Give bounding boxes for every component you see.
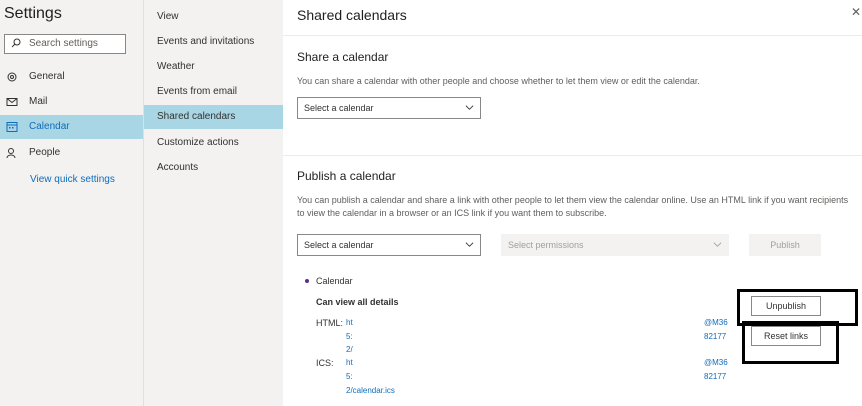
publish-button[interactable]: Publish — [749, 234, 821, 256]
chevron-down-icon — [465, 105, 474, 110]
view-quick-settings-link[interactable]: View quick settings — [30, 174, 115, 185]
subnav-item-label: View — [157, 11, 179, 22]
subnav-item-weather[interactable]: Weather — [144, 55, 284, 79]
search-icon — [11, 38, 21, 48]
search-placeholder: Search settings — [29, 38, 98, 49]
ics-label: ICS: — [316, 358, 334, 368]
subnav-item-view[interactable]: View — [144, 5, 284, 29]
share-description: You can share a calendar with other peop… — [297, 76, 700, 86]
calendar-icon — [6, 122, 18, 132]
chevron-down-icon — [713, 242, 722, 247]
annotation-box — [742, 321, 839, 364]
nav-item-label: General — [29, 71, 65, 82]
subnav-item-shared-calendars[interactable]: Shared calendars — [144, 105, 284, 129]
subnav-item-events-from-email[interactable]: Events from email — [144, 80, 284, 104]
nav-item-label: Calendar — [29, 121, 70, 132]
people-icon — [6, 148, 16, 159]
nav-item-calendar[interactable]: Calendar — [0, 115, 143, 139]
ics-link-line2[interactable]: 5: — [346, 372, 353, 381]
ics-link-right1[interactable]: @M36 — [704, 358, 728, 367]
subnav-item-events-and-invitations[interactable]: Events and invitations — [144, 30, 284, 54]
calendar-settings-nav: View Events and invitations Weather Even… — [143, 0, 284, 406]
gear-icon — [7, 72, 17, 82]
subnav-item-label: Shared calendars — [157, 111, 236, 122]
share-calendar-select[interactable]: Select a calendar — [297, 97, 481, 119]
subnav-item-label: Events and invitations — [157, 36, 255, 47]
ics-link-line3[interactable]: 2/calendar.ics — [346, 386, 395, 395]
subnav-item-label: Accounts — [157, 162, 199, 173]
nav-item-label: People — [29, 147, 61, 158]
html-link-line2[interactable]: 5: — [346, 332, 353, 341]
publish-description: You can publish a calendar and share a l… — [297, 195, 849, 218]
subnav-item-customize-actions[interactable]: Customize actions — [144, 131, 284, 155]
permission-label: Can view all details — [316, 297, 399, 307]
page-title: Shared calendars — [297, 7, 407, 23]
settings-title: Settings — [4, 5, 62, 22]
ics-link-line1[interactable]: ht — [346, 358, 353, 367]
close-icon[interactable]: ✕ — [851, 5, 861, 19]
select-value: Select a calendar — [304, 240, 374, 250]
nav-item-label: Mail — [29, 96, 48, 107]
html-link-right1[interactable]: @M36 — [704, 318, 728, 327]
calendar-bullet — [305, 279, 309, 283]
subnav-item-label: Weather — [157, 61, 195, 72]
html-link-right2[interactable]: 82177 — [704, 332, 726, 341]
subnav-item-accounts[interactable]: Accounts — [144, 156, 284, 180]
chevron-down-icon — [465, 242, 474, 247]
html-link-line1[interactable]: ht — [346, 318, 353, 327]
nav-item-mail[interactable]: Mail — [0, 90, 143, 114]
publish-heading: Publish a calendar — [297, 169, 396, 183]
permissions-select[interactable]: Select permissions — [501, 234, 729, 256]
subnav-item-label: Events from email — [157, 86, 238, 97]
shared-calendars-pane: Shared calendars ✕ Share a calendar You … — [283, 0, 862, 406]
html-label: HTML: — [316, 318, 343, 328]
settings-nav: Settings Search settings General Mail Ca… — [0, 0, 143, 406]
select-value: Select permissions — [508, 240, 584, 250]
publish-calendar-select[interactable]: Select a calendar — [297, 234, 481, 256]
published-calendar-name: Calendar — [316, 276, 353, 286]
subnav-item-label: Customize actions — [157, 137, 239, 148]
mail-icon — [6, 98, 18, 106]
divider — [283, 155, 862, 156]
nav-item-general[interactable]: General — [0, 65, 143, 89]
nav-item-people[interactable]: People — [0, 141, 143, 165]
share-heading: Share a calendar — [297, 50, 389, 64]
select-value: Select a calendar — [304, 103, 374, 113]
search-input[interactable]: Search settings — [4, 34, 126, 54]
divider — [283, 35, 862, 36]
html-link-line3[interactable]: 2/ — [346, 345, 353, 354]
ics-link-right2[interactable]: 82177 — [704, 372, 726, 381]
